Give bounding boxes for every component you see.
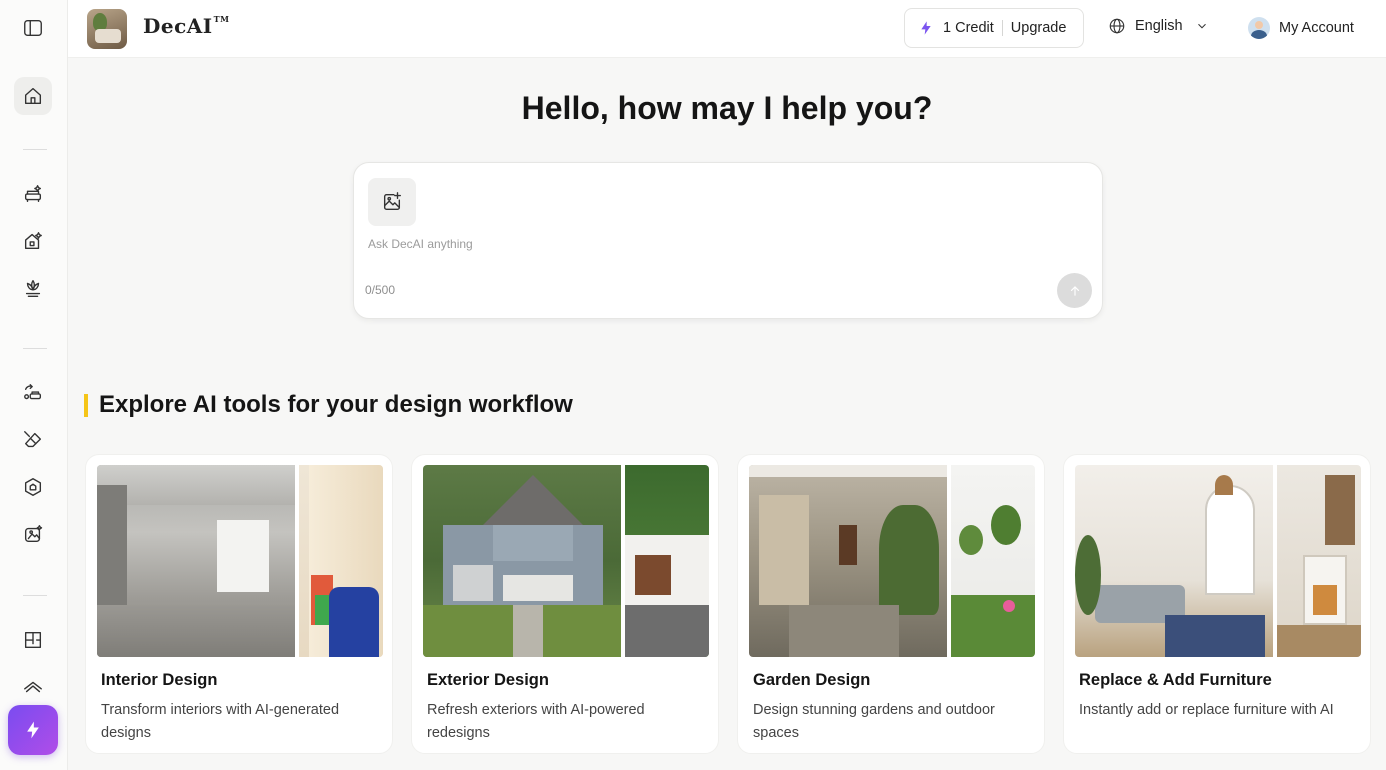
- remove-object-icon[interactable]: [14, 421, 52, 459]
- send-button[interactable]: [1057, 273, 1092, 308]
- brand-name[interactable]: DecAITM: [143, 14, 229, 38]
- card-title: Replace & Add Furniture: [1079, 671, 1272, 689]
- tool-card-garden-design[interactable]: Garden Design Design stunning gardens an…: [737, 454, 1045, 754]
- image-upload-icon: [383, 192, 401, 211]
- trademark-mark: TM: [213, 14, 230, 24]
- prompt-input[interactable]: [368, 237, 1068, 251]
- sidebar-divider: [23, 348, 47, 349]
- language-label: English: [1135, 18, 1183, 34]
- avatar: [1248, 17, 1270, 39]
- account-menu[interactable]: My Account: [1248, 17, 1354, 39]
- card-image-pair: [423, 465, 709, 657]
- tool-card-interior-design[interactable]: Interior Design Transform interiors with…: [85, 454, 393, 754]
- lightning-icon: [921, 21, 931, 35]
- section-title: Explore AI tools for your design workflo…: [84, 391, 573, 419]
- page-title: Hello, how may I help you?: [521, 90, 933, 126]
- card-title: Exterior Design: [427, 671, 549, 689]
- arrow-up-icon: [1070, 285, 1079, 296]
- before-image: [749, 465, 947, 657]
- after-image: [299, 465, 383, 657]
- card-description: Instantly add or replace furniture with …: [1079, 702, 1334, 718]
- after-image: [951, 465, 1035, 657]
- tool-card-exterior-design[interactable]: Exterior Design Refresh exteriors with A…: [411, 454, 719, 754]
- floor-plan-icon[interactable]: [14, 621, 52, 659]
- after-image: [1277, 465, 1361, 657]
- interior-design-icon[interactable]: [14, 175, 52, 213]
- credits-upgrade-box[interactable]: 1 Credit Upgrade: [904, 8, 1084, 48]
- top-header: DecAITM 1 Credit Upgrade English My Acco…: [68, 0, 1386, 58]
- account-label: My Account: [1279, 20, 1354, 36]
- sidebar: [0, 0, 68, 770]
- section-marker: [84, 393, 88, 417]
- sidebar-divider: [23, 595, 47, 596]
- card-description: Transform interiors with AI-generated de…: [101, 702, 340, 741]
- garden-design-icon[interactable]: [14, 269, 52, 307]
- card-description: Refresh exteriors with AI-powered redesi…: [427, 702, 645, 741]
- card-description: Design stunning gardens and outdoor spac…: [753, 702, 995, 741]
- chevron-down-icon: [1197, 23, 1206, 29]
- after-image: [625, 465, 709, 657]
- card-title: Garden Design: [753, 671, 871, 689]
- style-transfer-icon[interactable]: [14, 468, 52, 506]
- card-image-pair: [749, 465, 1035, 657]
- prompt-box: 0/500: [353, 162, 1103, 319]
- before-image: [1075, 465, 1273, 657]
- credits-separator: [1001, 20, 1003, 36]
- exterior-design-icon[interactable]: [14, 222, 52, 260]
- photo-enhance-icon[interactable]: [14, 515, 52, 553]
- before-image: [97, 465, 295, 657]
- brand-logo-image[interactable]: [87, 9, 127, 49]
- upgrade-button[interactable]: Upgrade: [1011, 20, 1067, 36]
- home-icon[interactable]: [14, 77, 52, 115]
- card-title: Interior Design: [101, 671, 218, 689]
- globe-icon: [1109, 18, 1125, 34]
- card-image-pair: [97, 465, 383, 657]
- upload-image-button[interactable]: [368, 178, 416, 226]
- credits-label: 1 Credit: [943, 20, 994, 36]
- sidebar-divider: [23, 149, 47, 150]
- language-selector[interactable]: English: [1108, 17, 1209, 35]
- lightning-icon: [27, 721, 39, 739]
- replace-furniture-icon[interactable]: [14, 374, 52, 412]
- before-image: [423, 465, 621, 657]
- character-counter: 0/500: [365, 283, 396, 297]
- card-image-pair: [1075, 465, 1361, 657]
- upgrade-bolt-button[interactable]: [8, 705, 58, 755]
- sidebar-toggle-icon[interactable]: [14, 9, 52, 47]
- roof-icon[interactable]: [14, 668, 52, 706]
- tool-card-replace-add-furniture[interactable]: Replace & Add Furniture Instantly add or…: [1063, 454, 1371, 754]
